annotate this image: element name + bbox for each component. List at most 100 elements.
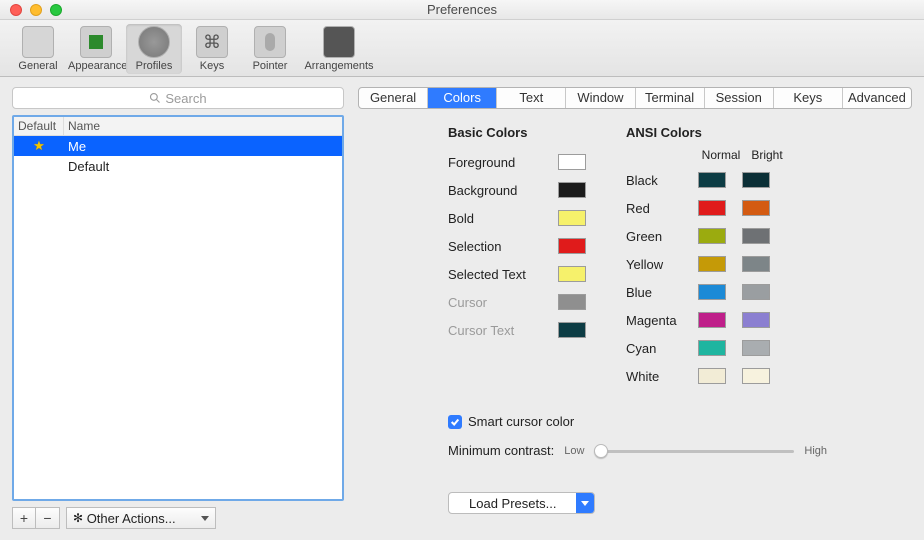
settings-tabs: General Colors Text Window Terminal Sess… — [358, 87, 912, 109]
color-well-foreground[interactable] — [558, 154, 586, 170]
ansi-row-green: Green — [626, 222, 790, 250]
window-title: Preferences — [0, 2, 924, 17]
contrast-high-label: High — [804, 445, 827, 457]
toolbar-general[interactable]: General — [10, 24, 66, 74]
basic-color-row-selection: Selection — [448, 232, 586, 260]
search-icon — [149, 92, 161, 104]
basic-color-row-cursor: Cursor — [448, 288, 586, 316]
toolbar-profiles-label: Profiles — [136, 60, 173, 72]
color-well-selection[interactable] — [558, 238, 586, 254]
default-star-icon: ★ — [33, 138, 45, 153]
tab-advanced[interactable]: Advanced — [843, 88, 911, 108]
profile-name: Me — [64, 139, 342, 154]
add-profile-button[interactable]: + — [12, 507, 36, 529]
chevron-down-icon — [576, 493, 594, 513]
profiles-list-header: Default Name — [14, 117, 342, 136]
toolbar-appearance-label: Appearance — [68, 60, 127, 72]
smart-cursor-label: Smart cursor color — [468, 414, 574, 429]
smart-cursor-row: Smart cursor color — [448, 414, 894, 429]
ansi-label: Green — [626, 229, 698, 244]
ansi-bright-green[interactable] — [742, 228, 770, 244]
ansi-normal-black[interactable] — [698, 172, 726, 188]
tab-text[interactable]: Text — [497, 88, 566, 108]
ansi-normal-blue[interactable] — [698, 284, 726, 300]
color-well-cursor-text[interactable] — [558, 322, 586, 338]
profile-row-me[interactable]: ★ Me — [14, 136, 342, 156]
tab-session[interactable]: Session — [705, 88, 774, 108]
keys-icon — [196, 26, 228, 58]
tab-general[interactable]: General — [359, 88, 428, 108]
ansi-label: Blue — [626, 285, 698, 300]
ansi-bright-red[interactable] — [742, 200, 770, 216]
ansi-normal-green[interactable] — [698, 228, 726, 244]
ansi-row-white: White — [626, 362, 790, 390]
toolbar-keys[interactable]: Keys — [184, 24, 240, 74]
tab-colors[interactable]: Colors — [428, 88, 497, 108]
color-well-cursor[interactable] — [558, 294, 586, 310]
ansi-bright-magenta[interactable] — [742, 312, 770, 328]
toolbar-arrangements-label: Arrangements — [304, 60, 373, 72]
profiles-list[interactable]: Default Name ★ Me Default — [12, 115, 344, 501]
tab-window[interactable]: Window — [566, 88, 635, 108]
zoom-window-button[interactable] — [50, 4, 62, 16]
basic-color-label: Selection — [448, 239, 558, 254]
slider-track — [594, 450, 794, 453]
ansi-row-black: Black — [626, 166, 790, 194]
toolbar-appearance[interactable]: Appearance — [68, 24, 124, 74]
toolbar-pointer[interactable]: Pointer — [242, 24, 298, 74]
basic-colors-header: Basic Colors — [448, 125, 586, 140]
ansi-bright-cyan[interactable] — [742, 340, 770, 356]
close-window-button[interactable] — [10, 4, 22, 16]
profile-row-default[interactable]: Default — [14, 156, 342, 176]
ansi-normal-cyan[interactable] — [698, 340, 726, 356]
search-input[interactable]: Search — [12, 87, 344, 109]
header-name: Name — [64, 117, 342, 135]
tab-terminal[interactable]: Terminal — [636, 88, 705, 108]
minimum-contrast-slider[interactable] — [594, 444, 794, 458]
ansi-subheader: Normal Bright — [626, 148, 790, 162]
toolbar-general-label: General — [18, 60, 57, 72]
profile-settings: General Colors Text Window Terminal Sess… — [358, 87, 912, 529]
ansi-normal-white[interactable] — [698, 368, 726, 384]
toolbar: General Appearance Profiles Keys Pointer… — [0, 20, 924, 77]
ansi-bright-black[interactable] — [742, 172, 770, 188]
basic-color-label: Selected Text — [448, 267, 558, 282]
basic-color-label: Background — [448, 183, 558, 198]
minimum-contrast-label: Minimum contrast: — [448, 443, 554, 458]
color-well-background[interactable] — [558, 182, 586, 198]
ansi-normal-yellow[interactable] — [698, 256, 726, 272]
ansi-label: Red — [626, 201, 698, 216]
ansi-normal-magenta[interactable] — [698, 312, 726, 328]
toolbar-arrangements[interactable]: Arrangements — [300, 24, 378, 74]
general-icon — [22, 26, 54, 58]
ansi-bright-blue[interactable] — [742, 284, 770, 300]
basic-color-row-background: Background — [448, 176, 586, 204]
slider-thumb[interactable] — [594, 444, 608, 458]
ansi-label: Yellow — [626, 257, 698, 272]
load-presets-button[interactable]: Load Presets... — [448, 492, 595, 514]
search-placeholder: Search — [165, 91, 206, 106]
tab-keys[interactable]: Keys — [774, 88, 843, 108]
smart-cursor-checkbox[interactable] — [448, 415, 462, 429]
ansi-label: Cyan — [626, 341, 698, 356]
basic-color-row-foreground: Foreground — [448, 148, 586, 176]
color-well-selected-text[interactable] — [558, 266, 586, 282]
toolbar-profiles[interactable]: Profiles — [126, 24, 182, 74]
color-well-bold[interactable] — [558, 210, 586, 226]
arrangements-icon — [323, 26, 355, 58]
minimize-window-button[interactable] — [30, 4, 42, 16]
ansi-normal-red[interactable] — [698, 200, 726, 216]
traffic-lights — [10, 4, 62, 16]
ansi-row-yellow: Yellow — [626, 250, 790, 278]
toolbar-keys-label: Keys — [200, 60, 224, 72]
remove-profile-button[interactable]: − — [36, 507, 60, 529]
basic-color-row-bold: Bold — [448, 204, 586, 232]
other-actions-menu[interactable]: ✻ Other Actions... — [66, 507, 216, 529]
ansi-label: Black — [626, 173, 698, 188]
ansi-bright-white[interactable] — [742, 368, 770, 384]
ansi-row-red: Red — [626, 194, 790, 222]
appearance-icon — [80, 26, 112, 58]
ansi-row-cyan: Cyan — [626, 334, 790, 362]
basic-color-row-selected-text: Selected Text — [448, 260, 586, 288]
ansi-bright-yellow[interactable] — [742, 256, 770, 272]
